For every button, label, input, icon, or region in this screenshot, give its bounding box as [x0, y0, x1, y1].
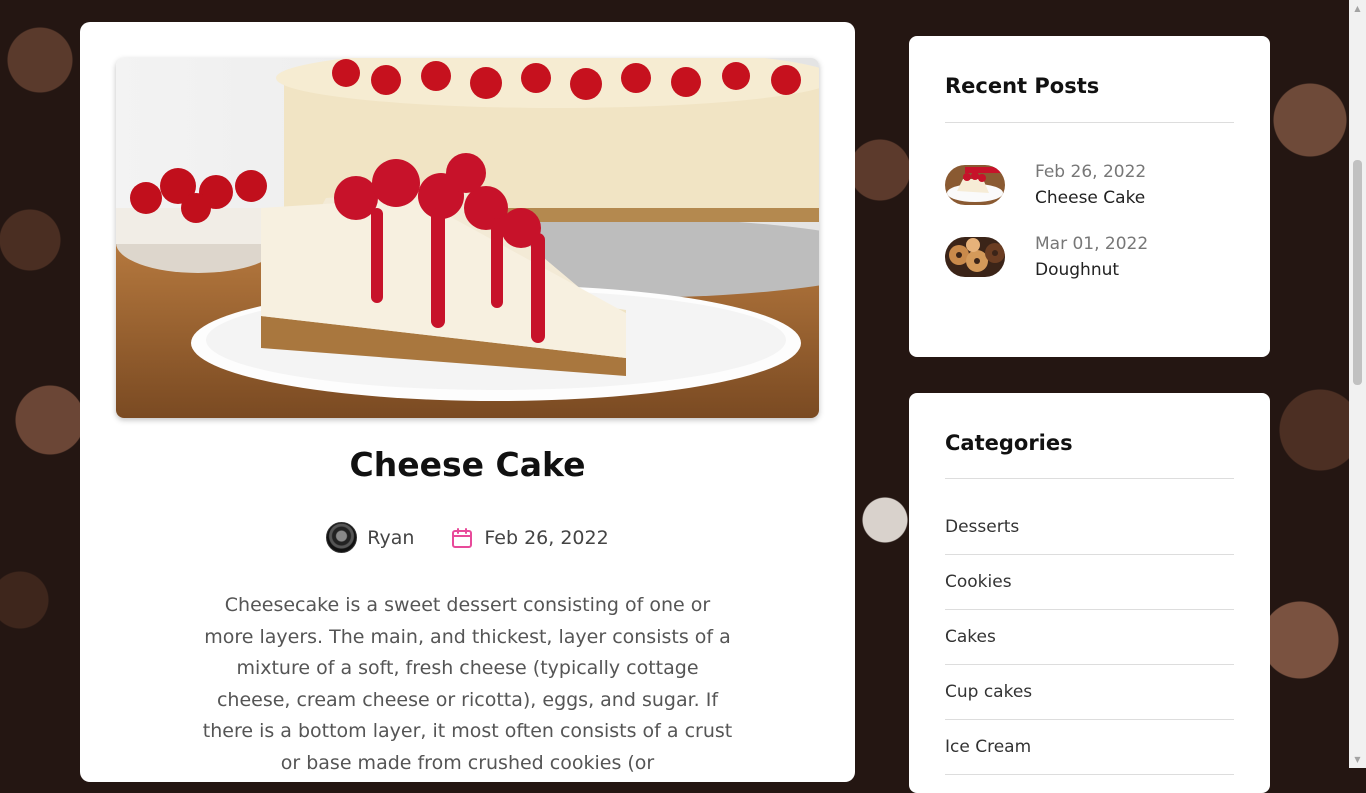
recent-post-title[interactable]: Doughnut: [1035, 257, 1148, 283]
divider: [945, 122, 1234, 123]
recent-post-text: Feb 26, 2022 Cheese Cake: [1035, 159, 1146, 211]
category-cup-cakes[interactable]: Cup cakes: [945, 665, 1234, 720]
post-meta: Ryan Feb 26, 2022: [80, 522, 855, 553]
post-body: Cheesecake is a sweet dessert consisting…: [202, 594, 733, 774]
recent-post-date: Mar 01, 2022: [1035, 234, 1149, 254]
author-name: Ryan: [367, 526, 415, 549]
post-date-text: Feb 26, 2022: [484, 526, 609, 549]
recent-posts-heading: Recent Posts: [945, 74, 1100, 98]
cheesecake-thumbnail[interactable]: [945, 165, 1005, 205]
recent-post-item[interactable]: Feb 26, 2022 Cheese Cake: [945, 160, 1234, 210]
categories-widget: Categories Desserts Cookies Cakes Cup ca…: [909, 393, 1270, 793]
cheesecake-hero-image: [116, 58, 819, 418]
scrollbar-thumb[interactable]: [1353, 160, 1362, 385]
post-title: Cheese Cake: [349, 445, 586, 484]
recent-post-title[interactable]: Cheese Cake: [1035, 185, 1146, 211]
category-cakes[interactable]: Cakes: [945, 610, 1234, 665]
page-scrollbar[interactable]: ▲ ▼: [1349, 0, 1366, 768]
recent-posts-widget: Recent Posts Feb 26, 2022 Cheese Cake Ma…: [909, 36, 1270, 357]
recent-post-text: Mar 01, 2022 Doughnut: [1035, 231, 1148, 283]
article-card: Cheese Cake Ryan Feb 26, 2022 Cheesecake…: [80, 22, 855, 782]
scroll-up-arrow-icon[interactable]: ▲: [1349, 0, 1366, 17]
divider: [945, 478, 1234, 479]
categories-heading: Categories: [945, 431, 1073, 455]
category-ice-cream[interactable]: Ice Cream: [945, 720, 1234, 775]
category-desserts[interactable]: Desserts: [945, 500, 1234, 555]
category-cookies[interactable]: Cookies: [945, 555, 1234, 610]
author-avatar: [326, 522, 358, 553]
author[interactable]: Ryan: [326, 522, 414, 553]
calendar-icon: [450, 526, 474, 550]
doughnut-thumbnail[interactable]: [945, 237, 1005, 277]
post-date: Feb 26, 2022: [450, 526, 609, 550]
scroll-down-arrow-icon[interactable]: ▼: [1349, 751, 1366, 768]
recent-post-date: Feb 26, 2022: [1035, 162, 1147, 182]
recent-post-item[interactable]: Mar 01, 2022 Doughnut: [945, 232, 1234, 282]
